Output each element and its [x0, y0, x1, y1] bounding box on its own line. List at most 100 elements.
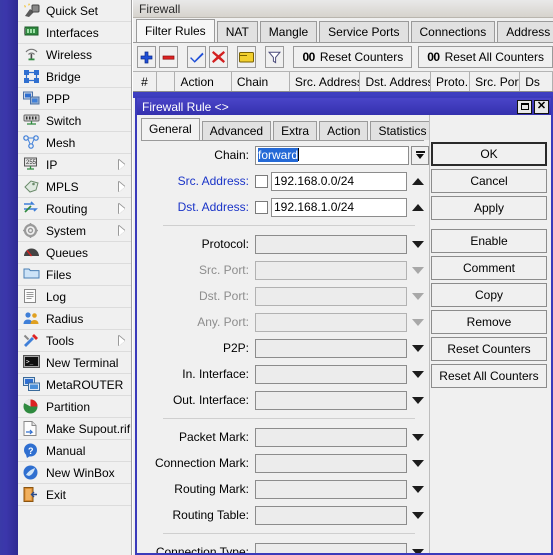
radius-users-icon	[23, 311, 41, 327]
sidebar-item-manual[interactable]: ? Manual	[18, 440, 131, 462]
text-caret	[298, 147, 300, 161]
input-src-port[interactable]	[255, 260, 407, 280]
dialog-tab-extra[interactable]: Extra	[273, 121, 318, 140]
sidebar-item-ip[interactable]: 255 IP	[18, 154, 131, 176]
tab-filter-rules[interactable]: Filter Rules	[136, 19, 215, 42]
cancel-button[interactable]: Cancel	[431, 169, 547, 193]
remove-rule-button[interactable]	[159, 46, 179, 68]
label-src-address[interactable]: Src. Address:	[137, 174, 255, 188]
triangle-up-icon[interactable]	[407, 203, 429, 211]
sidebar-item-radius[interactable]: Radius	[18, 308, 131, 330]
reset-counters-toolbar-button[interactable]: 00 Reset Counters	[293, 46, 413, 68]
chevron-down-icon[interactable]	[407, 433, 429, 441]
dialog-title: Firewall Rule <>	[142, 99, 229, 114]
column-header[interactable]	[157, 72, 176, 91]
sidebar-item-mpls[interactable]: MPLS	[18, 176, 131, 198]
disable-rule-button[interactable]	[209, 46, 229, 68]
enable-rule-button[interactable]	[187, 46, 207, 68]
column-header[interactable]: Proto...	[431, 72, 471, 91]
sidebar-item-new-terminal[interactable]: >_ New Terminal	[18, 352, 131, 374]
chevron-down-icon[interactable]	[407, 459, 429, 467]
column-header[interactable]: Chain	[232, 72, 290, 91]
tab-mangle[interactable]: Mangle	[259, 21, 318, 42]
apply-button[interactable]: Apply	[431, 196, 547, 220]
close-icon[interactable]: ✕	[534, 99, 549, 114]
sidebar-item-switch[interactable]: Switch	[18, 110, 131, 132]
input-any-port[interactable]	[255, 312, 407, 332]
input-out-interface[interactable]	[255, 390, 407, 410]
input-src-address[interactable]: 192.168.0.0/24	[271, 171, 407, 191]
column-header[interactable]: Dst. Address	[360, 72, 432, 91]
input-connection-mark[interactable]	[255, 453, 407, 473]
dialog-tab-advanced[interactable]: Advanced	[201, 121, 272, 140]
form-row: P2P:	[137, 335, 429, 361]
input-dst-port[interactable]	[255, 286, 407, 306]
chevron-down-icon[interactable]	[407, 396, 429, 404]
chevron-down-icon[interactable]	[407, 370, 429, 378]
chevron-down-icon[interactable]	[407, 485, 429, 493]
checkbox-src-address[interactable]	[255, 174, 268, 188]
filter-button[interactable]	[265, 46, 285, 68]
column-header[interactable]: Ds	[520, 72, 553, 91]
copy-button[interactable]: Copy	[431, 283, 547, 307]
column-header[interactable]: Src. Port	[470, 72, 521, 91]
input-packet-mark[interactable]	[255, 427, 407, 447]
remove-button[interactable]: Remove	[431, 310, 547, 334]
triangle-up-icon[interactable]	[407, 177, 429, 185]
sidebar-item-ppp[interactable]: PPP	[18, 88, 131, 110]
tab-connections[interactable]: Connections	[410, 21, 496, 42]
column-header[interactable]: #	[133, 72, 157, 91]
column-header[interactable]: Src. Address	[290, 72, 361, 91]
ok-button[interactable]: OK	[431, 142, 547, 166]
form-separator	[163, 533, 415, 534]
input-routing-table[interactable]	[255, 505, 407, 525]
input-p2p[interactable]	[255, 338, 407, 358]
sidebar-item-partition[interactable]: Partition	[18, 396, 131, 418]
dialog-tab-action[interactable]: Action	[319, 121, 369, 140]
sidebar-item-tools[interactable]: Tools	[18, 330, 131, 352]
column-header[interactable]: Action	[175, 72, 232, 91]
sidebar-item-metarouter[interactable]: MetaROUTER	[18, 374, 131, 396]
reset-all-counters-button[interactable]: Reset All Counters	[431, 364, 547, 388]
sidebar-item-label: Manual	[46, 443, 86, 458]
sidebar-item-queues[interactable]: Queues	[18, 242, 131, 264]
sidebar-item-exit[interactable]: Exit	[18, 484, 131, 506]
dialog-tab-statistics[interactable]: Statistics	[370, 121, 435, 140]
add-rule-button[interactable]	[137, 46, 157, 68]
sidebar-item-quick-set[interactable]: Quick Set	[18, 0, 131, 22]
input-connection-type[interactable]	[255, 542, 407, 553]
chevron-down-icon[interactable]	[407, 240, 429, 248]
sidebar-item-bridge[interactable]: Bridge	[18, 66, 131, 88]
sidebar-item-system[interactable]: System	[18, 220, 131, 242]
sidebar-item-files[interactable]: Files	[18, 264, 131, 286]
tab-address-lists[interactable]: Address Lists	[497, 21, 553, 42]
sidebar-item-mesh[interactable]: Mesh	[18, 132, 131, 154]
chevron-down-icon[interactable]	[407, 511, 429, 519]
maximize-icon[interactable]	[517, 99, 532, 114]
sidebar-item-log[interactable]: Log	[18, 286, 131, 308]
comment-button[interactable]: Comment	[431, 256, 547, 280]
sidebar-item-wireless[interactable]: Wireless	[18, 44, 131, 66]
input-routing-mark[interactable]	[255, 479, 407, 499]
input-chain[interactable]: forward	[255, 145, 409, 165]
sidebar-item-interfaces[interactable]: Interfaces	[18, 22, 131, 44]
dialog-tab-general[interactable]: General	[141, 118, 200, 140]
chevron-down-icon[interactable]	[407, 548, 429, 553]
label-dst-address[interactable]: Dst. Address:	[137, 200, 255, 214]
sidebar-item-new-winbox[interactable]: New WinBox	[18, 462, 131, 484]
input-protocol[interactable]	[255, 234, 407, 254]
tab-service-ports[interactable]: Service Ports	[319, 21, 409, 42]
chevron-down-icon[interactable]	[407, 344, 429, 352]
tab-nat[interactable]: NAT	[216, 21, 258, 42]
chevron-down-icon[interactable]	[411, 145, 429, 165]
checkbox-dst-address[interactable]	[255, 200, 268, 214]
enable-button[interactable]: Enable	[431, 229, 547, 253]
comment-button[interactable]	[237, 46, 257, 68]
input-in-interface[interactable]	[255, 364, 407, 384]
reset-counters-button[interactable]: Reset Counters	[431, 337, 547, 361]
sidebar-item-label: PPP	[46, 91, 71, 106]
reset-all-counters-toolbar-button[interactable]: 00 Reset All Counters	[418, 46, 553, 68]
sidebar-item-make-supout-rif[interactable]: Make Supout.rif	[18, 418, 131, 440]
sidebar-item-routing[interactable]: Routing	[18, 198, 131, 220]
input-dst-address[interactable]: 192.168.1.0/24	[271, 197, 407, 217]
